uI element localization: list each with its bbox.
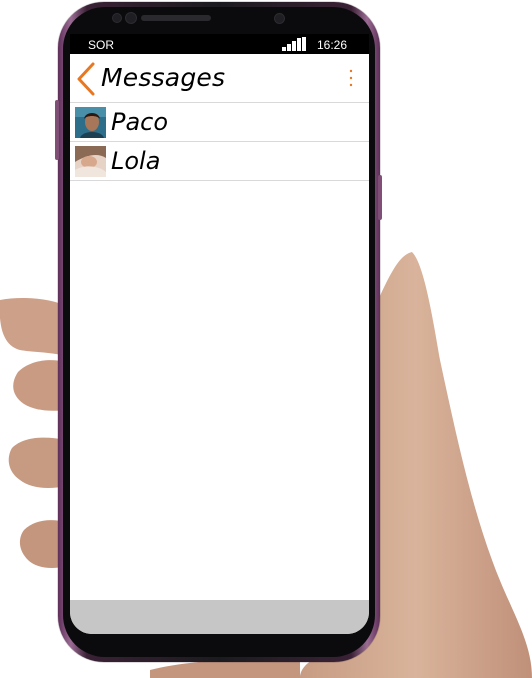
app-header: Messages <box>70 54 369 103</box>
volume-button <box>55 100 59 160</box>
phone-screen: SOR 16:26 Messages Paco Lola <box>70 34 369 634</box>
power-button <box>378 175 382 220</box>
status-time: 16:26 <box>317 38 348 52</box>
more-vert-icon[interactable] <box>346 68 356 88</box>
status-bar: SOR 16:26 <box>70 34 369 54</box>
bottom-bar <box>70 600 369 634</box>
conversation-list: Paco Lola <box>70 103 369 181</box>
sensor-icon <box>125 12 137 24</box>
sensor-icon <box>112 13 122 23</box>
conversation-name: Lola <box>111 147 161 175</box>
page-title: Messages <box>101 63 226 92</box>
conversation-name: Paco <box>111 108 169 136</box>
chevron-left-icon[interactable] <box>74 61 98 97</box>
conversation-item-paco[interactable]: Paco <box>70 103 369 142</box>
signal-icon <box>282 37 306 51</box>
avatar <box>75 146 106 177</box>
avatar <box>75 107 106 138</box>
camera-icon <box>274 13 285 24</box>
conversation-item-lola[interactable]: Lola <box>70 142 369 181</box>
carrier-label: SOR <box>88 38 115 52</box>
speaker-grille <box>141 15 211 21</box>
